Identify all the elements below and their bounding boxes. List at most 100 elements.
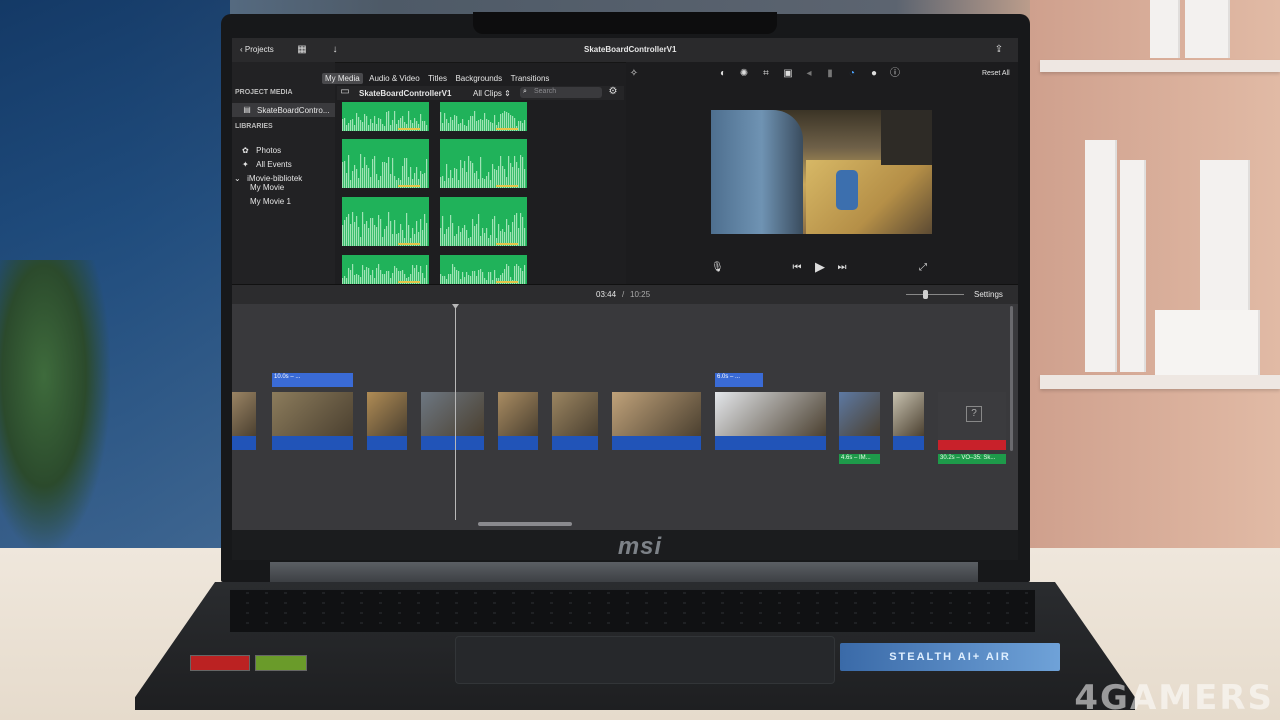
media-thumbnail[interactable]: [342, 197, 429, 246]
model-sticker: STEALTH AI+ AIR: [840, 643, 1060, 671]
trackpad: [455, 636, 835, 684]
clip-audio-bar: [272, 436, 353, 450]
video-clip[interactable]: [893, 392, 924, 436]
sidebar-item-project[interactable]: ▤ SkateBoardContro...: [232, 103, 335, 117]
person-figure: [711, 110, 803, 234]
film-icon[interactable]: ▦: [294, 44, 310, 56]
playhead-marker[interactable]: [452, 304, 459, 309]
camera-stabilize-icon[interactable]: ▣: [782, 68, 794, 80]
amd-sticker: [190, 655, 250, 671]
video-clip[interactable]: [839, 392, 880, 436]
color-balance-icon[interactable]: ◐: [717, 68, 729, 80]
watermark: 4GAMERS: [1074, 678, 1274, 718]
laptop-screen: ‹ Projects ▦ ↓ SkateBoardControllerV1 ⇪ …: [232, 38, 1018, 530]
horizontal-scrollbar[interactable]: [478, 522, 572, 526]
shelf: [1040, 375, 1280, 389]
media-thumbnail[interactable]: [440, 255, 527, 284]
tab-titles[interactable]: Titles: [428, 74, 447, 83]
project-media-heading: PROJECT MEDIA: [235, 89, 293, 96]
vertical-scrollbar[interactable]: [1010, 306, 1013, 451]
zoom-slider[interactable]: [906, 294, 964, 295]
crop-icon[interactable]: ⌗: [760, 68, 772, 80]
skip-back-icon[interactable]: ⏮: [790, 262, 804, 274]
missing-clip-audio: [938, 440, 1006, 450]
projects-button[interactable]: ‹ Projects: [240, 45, 274, 54]
download-arrow-icon[interactable]: ↓: [328, 44, 342, 56]
book: [1200, 160, 1250, 310]
media-thumbnail[interactable]: [440, 139, 527, 188]
skip-forward-icon[interactable]: ⏭: [835, 262, 849, 274]
library-sidebar: PROJECT MEDIA ▤ SkateBoardContro... LIBR…: [232, 62, 335, 284]
camera-notch: [473, 12, 777, 34]
missing-clip[interactable]: ?: [938, 392, 1006, 440]
tab-my-media[interactable]: My Media: [322, 73, 363, 84]
media-thumbnail[interactable]: [342, 139, 429, 188]
sidebar-item-my-movie[interactable]: My Movie: [250, 183, 284, 192]
clapper-icon: ▤: [243, 105, 251, 114]
title-clip[interactable]: 10.0s – ...: [272, 373, 353, 387]
clip-audio-bar: [612, 436, 701, 450]
missing-media-icon: ?: [966, 406, 982, 422]
video-clip[interactable]: [552, 392, 598, 436]
clip-audio-bar: [552, 436, 598, 450]
time-separator: /: [622, 290, 625, 299]
search-icon: ⌕: [523, 88, 527, 95]
filter-icon[interactable]: ●: [868, 68, 880, 80]
audio-clip[interactable]: 30.2s – VO–35: Sk...: [938, 454, 1006, 464]
chevron-left-icon: ‹: [240, 45, 243, 54]
color-palette-icon[interactable]: ✺: [738, 68, 750, 80]
speed-icon[interactable]: ◔: [846, 68, 858, 80]
fullscreen-icon[interactable]: ⤢: [916, 262, 930, 274]
media-thumbnail[interactable]: [342, 255, 429, 284]
book: [1085, 140, 1117, 372]
clip-audio-bar: [715, 436, 826, 450]
video-clip[interactable]: [272, 392, 353, 436]
chevron-down-icon: ⌄: [234, 174, 241, 183]
book: [1120, 160, 1146, 372]
video-clip[interactable]: [421, 392, 484, 436]
settings-button[interactable]: Settings: [974, 290, 1003, 299]
info-icon[interactable]: ⓘ: [889, 68, 901, 80]
clip-audio-bar: [498, 436, 538, 450]
volume-icon[interactable]: ◂: [803, 68, 815, 80]
timeline-header: 03:44 / 10:25 Settings: [232, 284, 1018, 305]
video-clip[interactable]: [612, 392, 701, 436]
browser-title: SkateBoardControllerV1: [359, 89, 452, 98]
tab-backgrounds[interactable]: Backgrounds: [455, 74, 502, 83]
book: [1185, 0, 1230, 58]
media-thumbnail[interactable]: [440, 102, 527, 131]
media-thumbnail[interactable]: [440, 197, 527, 246]
total-time: 10:25: [630, 290, 651, 299]
sidebar-item-my-movie-1[interactable]: My Movie 1: [250, 197, 291, 206]
magic-wand-icon[interactable]: ✧: [628, 68, 640, 80]
equalizer-icon[interactable]: ▮: [824, 68, 836, 80]
tab-transitions[interactable]: Transitions: [511, 74, 550, 83]
timeline-track: 10.0s – ... 6.0s – ... 4.6s – IM... 30.2…: [232, 304, 1018, 530]
tab-audio-video[interactable]: Audio & Video: [369, 74, 420, 83]
video-clip[interactable]: [498, 392, 538, 436]
video-clip[interactable]: [232, 392, 256, 436]
reset-all-button[interactable]: Reset All: [982, 70, 1010, 77]
current-time: 03:44: [596, 290, 617, 299]
video-clip[interactable]: [715, 392, 826, 436]
clip-audio-bar: [893, 436, 924, 450]
clip-audio-bar: [421, 436, 484, 450]
clips-filter[interactable]: All Clips ⇕: [473, 89, 511, 98]
share-icon[interactable]: ⇪: [992, 44, 1006, 56]
video-clip[interactable]: [367, 392, 407, 436]
search-placeholder: Search: [534, 88, 557, 95]
play-icon[interactable]: ▶: [812, 260, 828, 273]
video-preview: [711, 110, 932, 234]
title-clip[interactable]: 6.0s – ...: [715, 373, 763, 387]
keyboard: [230, 590, 1035, 632]
media-thumbnail[interactable]: [342, 102, 429, 131]
microphone-icon[interactable]: 🎙: [711, 262, 724, 274]
search-field[interactable]: ⌕ Search: [520, 87, 602, 98]
audio-clip[interactable]: 4.6s – IM...: [839, 454, 880, 464]
gear-icon[interactable]: ⚙: [607, 86, 619, 98]
sidebar-toggle-icon[interactable]: ▭: [339, 86, 351, 98]
zoom-slider-knob[interactable]: [923, 290, 928, 299]
playhead[interactable]: [455, 304, 456, 520]
libraries-heading: LIBRARIES: [235, 123, 273, 130]
book: [1150, 0, 1180, 58]
